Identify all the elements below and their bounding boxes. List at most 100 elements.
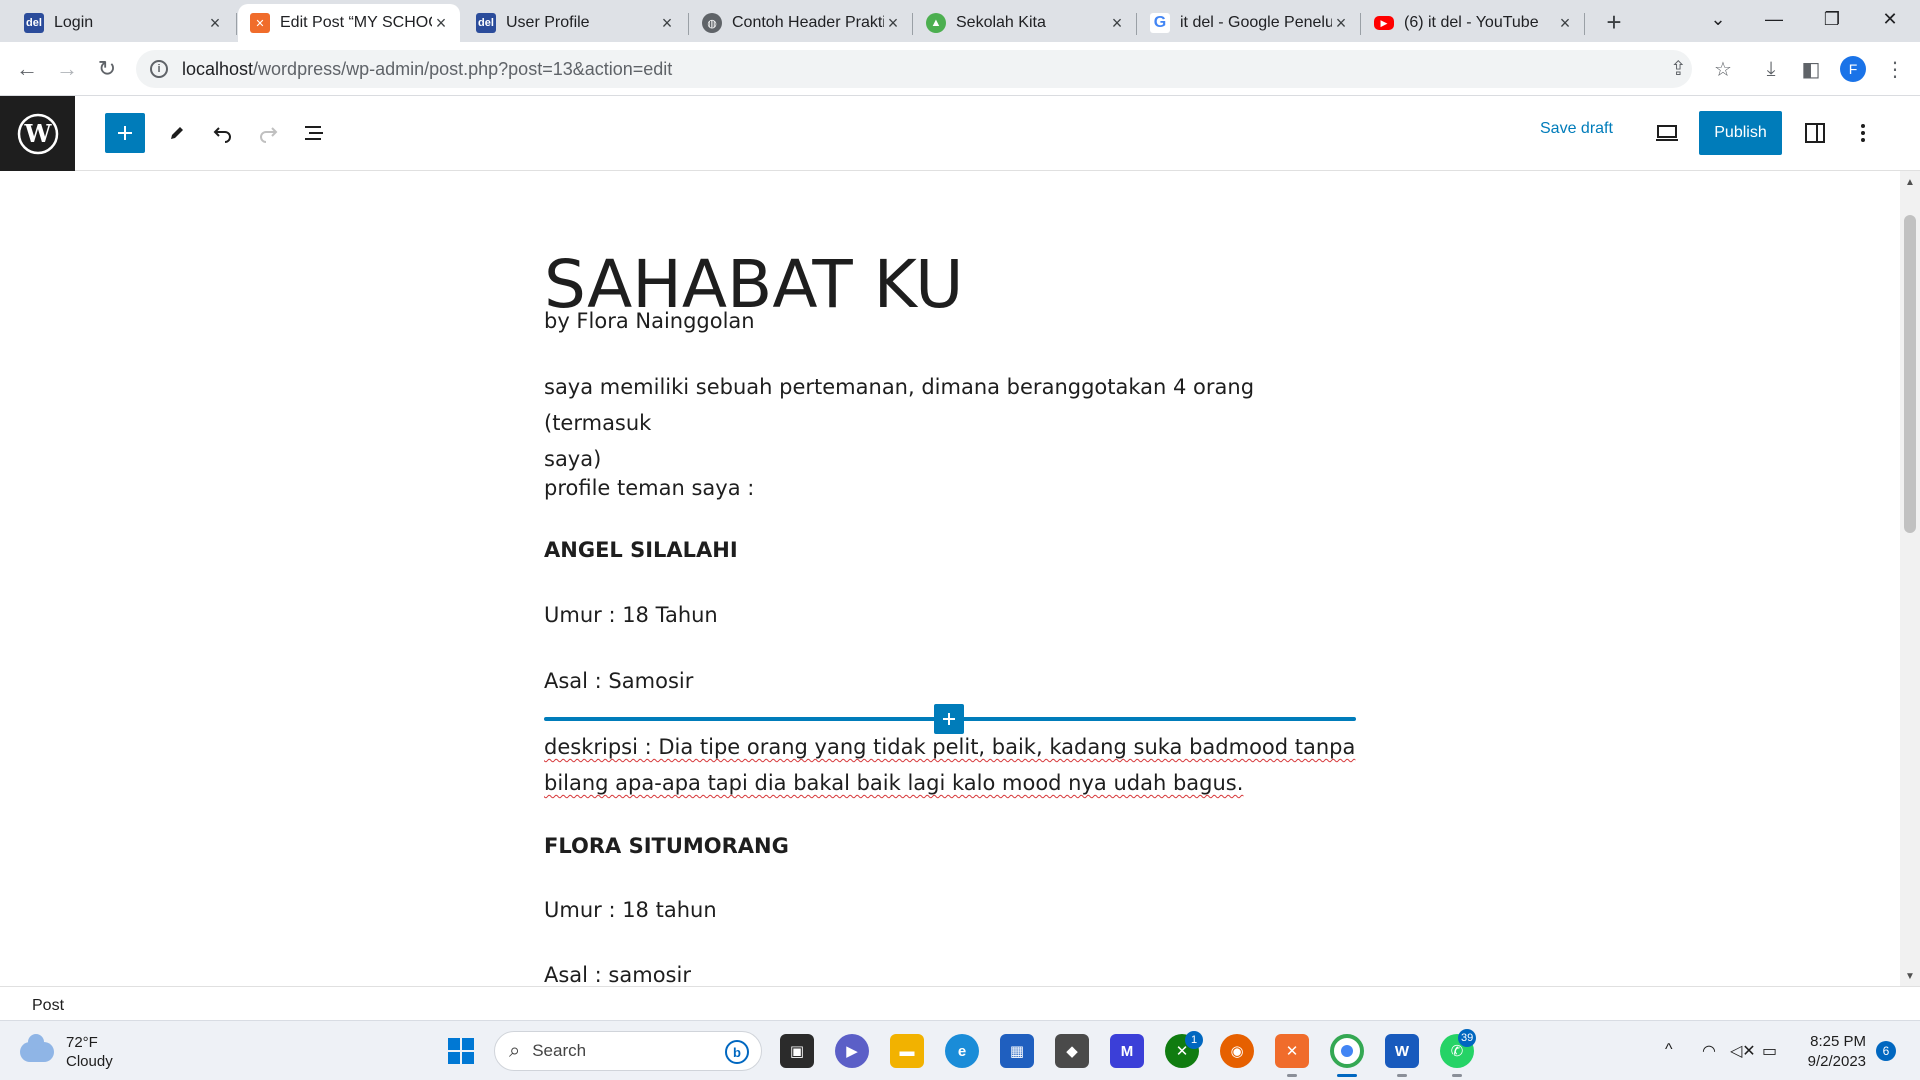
tools-pencil-icon[interactable] [157, 113, 197, 153]
block-inserter-button[interactable] [105, 113, 145, 153]
paragraph-block[interactable]: FLORA SITUMORANG [544, 828, 789, 864]
taskbar-search[interactable]: ⌕ Search b [494, 1031, 762, 1071]
scroll-up-icon[interactable]: ▲ [1905, 177, 1915, 188]
close-tab-icon[interactable]: × [206, 13, 224, 34]
undo-icon[interactable] [203, 113, 243, 153]
paragraph-block[interactable]: Umur : 18 Tahun [544, 597, 718, 633]
clock-time: 8:25 PM [1810, 1033, 1866, 1050]
xampp-icon[interactable]: ✕ [1275, 1034, 1309, 1068]
minimize-button[interactable]: — [1746, 0, 1802, 38]
save-draft-button[interactable]: Save draft [1540, 120, 1613, 138]
svg-text:W: W [23, 119, 52, 148]
edge-icon[interactable]: e [945, 1034, 979, 1068]
battery-icon[interactable]: ▭ [1762, 1041, 1777, 1061]
weather-desc: Cloudy [66, 1053, 113, 1070]
paragraph-block[interactable]: Asal : samosir [544, 957, 691, 986]
teams-chat-icon[interactable]: ▶ [835, 1034, 869, 1068]
task-view-icon[interactable]: ▣ [780, 1034, 814, 1068]
notification-count[interactable]: 6 [1876, 1041, 1896, 1061]
publish-button[interactable]: Publish [1699, 111, 1782, 155]
new-tab-button[interactable]: + [1598, 6, 1630, 38]
paragraph-block[interactable]: profile teman saya : [544, 470, 754, 506]
visual-studio-icon[interactable]: M [1110, 1034, 1144, 1068]
tab-sekolah-kita[interactable]: ▲ Sekolah Kita × [914, 4, 1136, 42]
search-icon: ⌕ [509, 1039, 521, 1062]
tab-edit-post[interactable]: ✕ Edit Post “MY SCHOOL” × [238, 4, 460, 42]
close-tab-icon[interactable]: × [884, 13, 902, 34]
url-path: /wordpress/wp-admin/post.php?post=13&act… [253, 58, 673, 79]
tab-contoh-header[interactable]: ◍ Contoh Header Praktis × [690, 4, 912, 42]
back-button[interactable]: ← [12, 54, 42, 84]
close-tab-icon[interactable]: × [658, 13, 676, 34]
url-host: localhost [182, 58, 254, 79]
close-tab-icon[interactable]: × [432, 13, 450, 34]
site-info-icon[interactable]: i [150, 60, 168, 78]
redo-icon[interactable] [248, 113, 288, 153]
download-icon[interactable]: ⤓ [1756, 54, 1786, 84]
weather-temp: 72°F [66, 1034, 98, 1051]
editor-canvas: SAHABAT KU by Flora Nainggolan saya memi… [0, 171, 1900, 986]
tab-google-search[interactable]: G it del - Google Penelusuran × [1138, 4, 1360, 42]
unity-icon[interactable]: ◆ [1055, 1034, 1089, 1068]
youtube-icon: ▶ [1374, 16, 1394, 30]
settings-sidebar-icon[interactable] [1795, 113, 1835, 153]
taskbar-clock[interactable]: 8:25 PM 9/2/2023 [1790, 1032, 1866, 1072]
bookmark-star-icon[interactable]: ☆ [1708, 54, 1738, 84]
paragraph-block[interactable]: Umur : 18 tahun [544, 892, 717, 928]
clock-date: 9/2/2023 [1807, 1053, 1866, 1070]
editor-header: W Save draft Publish [0, 96, 1920, 171]
search-input: Search [532, 1041, 587, 1060]
wordpress-logo-icon[interactable]: W [0, 96, 75, 171]
google-icon: G [1150, 13, 1170, 33]
store-icon[interactable]: ▦ [1000, 1034, 1034, 1068]
close-tab-icon[interactable]: × [1332, 13, 1350, 34]
close-tab-icon[interactable]: × [1556, 13, 1574, 34]
paragraph-block[interactable]: ANGEL SILALAHI [544, 532, 738, 568]
browser-menu-icon[interactable]: ⋮ [1880, 54, 1910, 84]
forward-button[interactable]: → [52, 54, 82, 84]
weather-widget[interactable]: 72°F Cloudy [20, 1033, 113, 1071]
del-icon: del [24, 13, 44, 33]
file-explorer-icon[interactable]: ▬ [890, 1034, 924, 1068]
show-hidden-icons-icon[interactable]: ^ [1665, 1041, 1673, 1059]
paragraph-block[interactable]: Asal : Samosir [544, 663, 693, 699]
tab-youtube[interactable]: ▶ (6) it del - YouTube × [1362, 4, 1584, 42]
profile-avatar[interactable]: F [1840, 56, 1866, 82]
side-panel-icon[interactable]: ◧ [1796, 54, 1826, 84]
firefox-icon[interactable]: ◉ [1220, 1034, 1254, 1068]
windows-start-icon[interactable] [444, 1034, 478, 1068]
block-breadcrumb: Post [0, 986, 1920, 1020]
xbox-badge: 1 [1185, 1031, 1203, 1049]
breadcrumb-post[interactable]: Post [32, 997, 64, 1014]
vertical-scrollbar[interactable]: ▲ ▼ [1900, 171, 1920, 986]
preview-icon[interactable] [1647, 113, 1687, 153]
windows-taskbar: 72°F Cloudy ⌕ Search b ▣ ▶ ▬ e ▦ ◆ M ✕ 1… [0, 1020, 1920, 1080]
share-icon[interactable]: ⇪ [1670, 56, 1687, 81]
close-window-button[interactable]: ✕ [1862, 0, 1918, 38]
paragraph-block[interactable]: saya memiliki sebuah pertemanan, dimana … [544, 369, 1356, 477]
scroll-down-icon[interactable]: ▼ [1905, 971, 1915, 982]
options-menu-icon[interactable] [1843, 113, 1883, 153]
globe-icon: ◍ [702, 13, 722, 33]
scrollbar-thumb[interactable] [1904, 215, 1916, 533]
paragraph-block[interactable]: by Flora Nainggolan [544, 303, 755, 339]
volume-muted-icon[interactable]: ◁✕ [1730, 1041, 1756, 1061]
inline-add-block-button[interactable] [934, 704, 964, 734]
chrome-icon[interactable] [1330, 1034, 1364, 1068]
tab-user-profile[interactable]: del User Profile × [464, 4, 686, 42]
wifi-icon[interactable]: ◠ [1702, 1041, 1716, 1061]
word-icon[interactable]: W [1385, 1034, 1419, 1068]
paragraph-block[interactable]: deskripsi : Dia tipe orang yang tidak pe… [544, 729, 1355, 801]
browser-tab-strip: del Login × ✕ Edit Post “MY SCHOOL” × de… [0, 0, 1920, 42]
reload-button[interactable]: ↻ [92, 54, 122, 84]
tab-search-button[interactable]: ⌄ [1690, 0, 1746, 38]
whatsapp-badge: 39 [1458, 1029, 1477, 1047]
address-bar[interactable]: i localhost/wordpress/wp-admin/post.php?… [136, 50, 1692, 88]
running-indicator [1397, 1074, 1407, 1077]
cloud-icon [20, 1034, 54, 1062]
school-icon: ▲ [926, 13, 946, 33]
document-overview-icon[interactable] [294, 113, 334, 153]
tab-login[interactable]: del Login × [12, 4, 234, 42]
restore-button[interactable]: ❐ [1804, 0, 1860, 38]
close-tab-icon[interactable]: × [1108, 13, 1126, 34]
